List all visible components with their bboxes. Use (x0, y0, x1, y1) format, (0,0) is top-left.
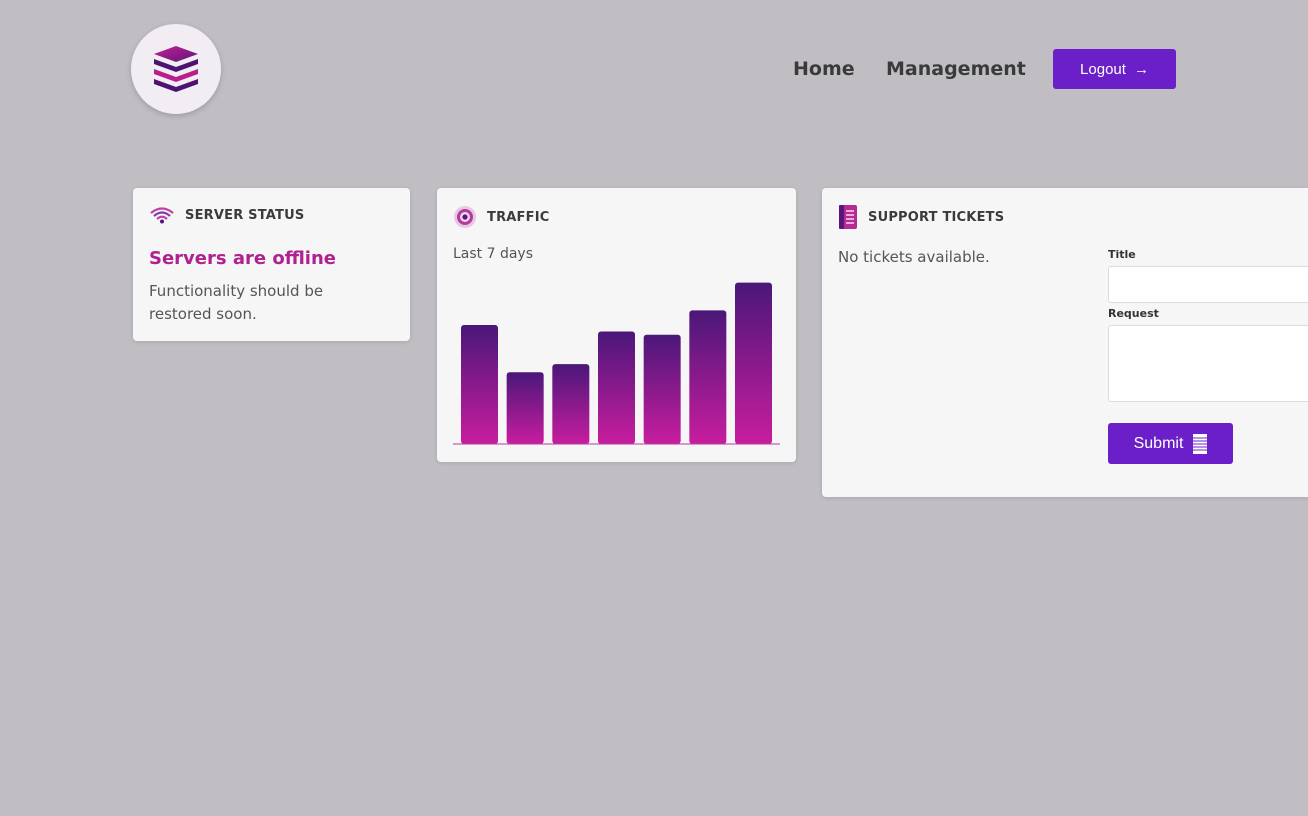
nav-home[interactable]: Home (793, 58, 855, 80)
traffic-card: TRAFFIC Last 7 days (437, 188, 796, 462)
nav-management[interactable]: Management (886, 58, 1026, 80)
traffic-subtitle: Last 7 days (453, 246, 534, 262)
traffic-bar (598, 331, 635, 444)
arrow-right-icon: → (1133, 60, 1149, 78)
support-tickets-card: SUPPORT TICKETS No tickets available. Ti… (822, 188, 1308, 497)
server-status-card: SERVER STATUS Servers are offline Functi… (133, 188, 410, 341)
title-label: Title (1108, 248, 1136, 261)
logo[interactable] (131, 24, 221, 114)
title-input[interactable] (1108, 266, 1308, 303)
document-icon (1193, 433, 1208, 454)
submit-button[interactable]: Submit (1108, 423, 1233, 464)
submit-label: Submit (1133, 434, 1184, 452)
card-header: SERVER STATUS (149, 205, 304, 225)
card-header: SUPPORT TICKETS (838, 205, 1004, 229)
status-headline: Servers are offline (149, 248, 336, 269)
notebook-icon (839, 205, 857, 229)
traffic-bar (735, 282, 772, 444)
target-icon (454, 206, 476, 228)
traffic-chart (453, 282, 780, 445)
traffic-bar (552, 364, 590, 444)
server-stack-icon (154, 46, 198, 92)
traffic-bar (506, 372, 544, 444)
no-tickets-message: No tickets available. (838, 248, 990, 266)
card-title: SERVER STATUS (185, 207, 305, 223)
logout-label: Logout (1080, 60, 1126, 78)
card-header: TRAFFIC (453, 205, 549, 229)
status-message: Functionality should be restored soon. (149, 282, 324, 323)
traffic-bar (643, 334, 681, 444)
wifi-icon (150, 207, 174, 224)
card-title: SUPPORT TICKETS (868, 209, 1005, 225)
traffic-bar (461, 325, 498, 444)
logout-button[interactable]: Logout → (1053, 49, 1176, 89)
card-title: TRAFFIC (487, 209, 550, 225)
request-textarea[interactable] (1108, 325, 1308, 402)
request-label: Request (1108, 307, 1159, 320)
top-bar: Home Management Logout → (0, 0, 1308, 140)
traffic-bar (689, 310, 727, 444)
